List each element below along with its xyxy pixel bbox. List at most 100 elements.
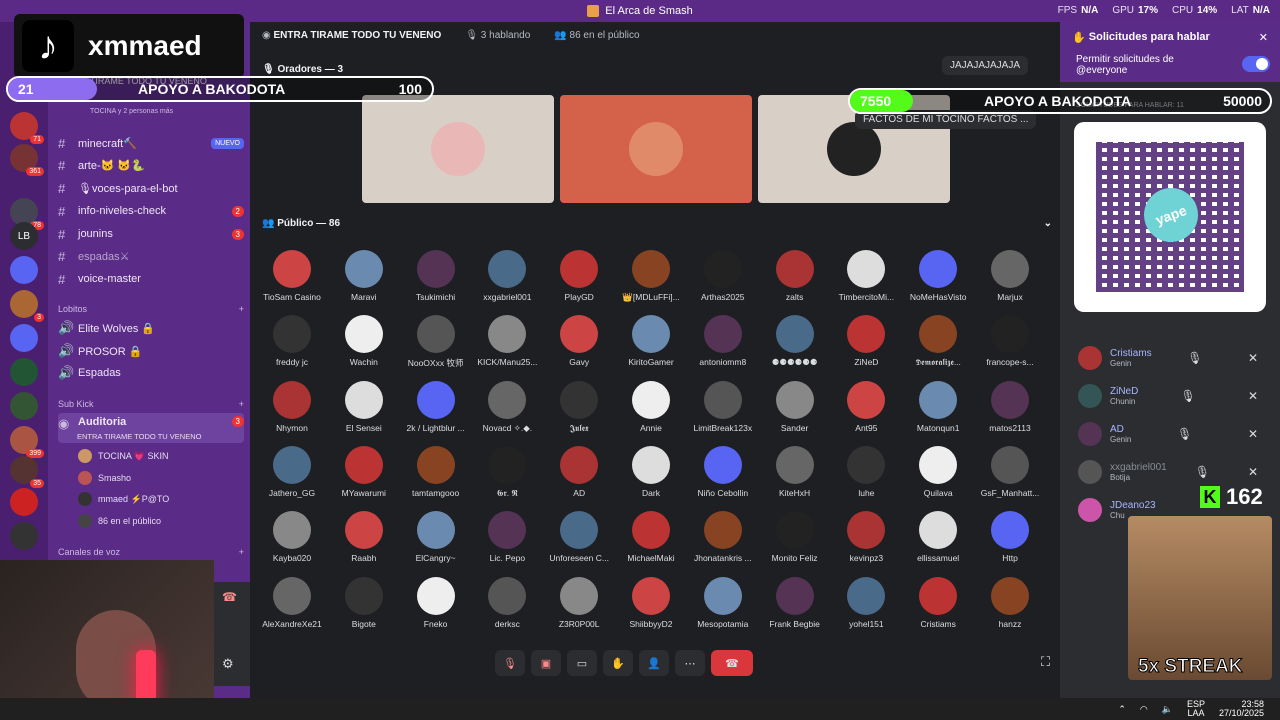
tray-chevron-icon[interactable]: ⌃ bbox=[1118, 704, 1126, 715]
audience-member[interactable]: ShiibbyyD2 bbox=[615, 576, 687, 629]
audience-member[interactable]: Frank Begbie bbox=[759, 576, 831, 629]
audience-member[interactable]: TimbercitoMi... bbox=[830, 250, 902, 302]
category-sub-kick[interactable]: Sub Kick + bbox=[58, 399, 244, 409]
clock[interactable]: 23:58 27/10/2025 bbox=[1219, 700, 1264, 718]
audience-member[interactable]: MichaelMaki bbox=[615, 511, 687, 563]
audience-member[interactable]: Niño Cebollin bbox=[687, 445, 759, 498]
audience-member[interactable]: TioSam Casino bbox=[256, 250, 328, 302]
more-options-button[interactable]: ⋯ bbox=[675, 650, 705, 676]
channel-voces-para-el-bot[interactable]: # 🎙voces-para-el-bot bbox=[58, 178, 244, 198]
audience-member[interactable]: ZiNeD bbox=[830, 315, 902, 367]
audience-member[interactable]: Z3R0P00L bbox=[543, 576, 615, 629]
disconnect-icon[interactable]: ☎ bbox=[222, 590, 237, 604]
chevron-down-icon[interactable]: ⌄ bbox=[1044, 218, 1052, 229]
audience-member[interactable]: KICK/Manu25... bbox=[471, 315, 543, 367]
audience-member[interactable]: KiritoGamer bbox=[615, 315, 687, 367]
audience-member[interactable]: Novacd ✧.◆. bbox=[471, 380, 543, 434]
dismiss-icon[interactable]: ✕ bbox=[1238, 351, 1268, 365]
audience-member[interactable]: ElCangry~ bbox=[400, 511, 472, 563]
audience-member[interactable]: 👑[MDLuFFi]... bbox=[615, 250, 687, 303]
speaker-icon[interactable]: 🔈 bbox=[1162, 704, 1173, 715]
server-icon[interactable] bbox=[10, 358, 38, 386]
audience-member[interactable]: tamtamgooo bbox=[400, 445, 472, 498]
channel-voice-master[interactable]: # voice-master bbox=[58, 269, 244, 289]
audience-member[interactable]: 𝕯𝖊𝖒𝖔𝖗𝖆𝖑𝖎𝖟𝖊... bbox=[902, 315, 974, 368]
request-user[interactable]: xxgabriel001 Botija 🎙 ✕ bbox=[1078, 460, 1268, 484]
audience-member[interactable]: 2k / Lightblur ... bbox=[400, 380, 472, 433]
audience-member[interactable]: Matonqun1 bbox=[902, 380, 974, 433]
channel-arte[interactable]: # arte-🐱 🐱🐍 bbox=[58, 155, 244, 175]
camera-off-button[interactable]: ▣ bbox=[531, 650, 561, 676]
request-user[interactable]: AD Genin 🎙 ✕ bbox=[1078, 422, 1268, 446]
audience-member[interactable]: freddy jc bbox=[256, 315, 328, 367]
audience-member[interactable]: Jathero_GG bbox=[256, 445, 328, 498]
server-icon[interactable] bbox=[10, 392, 38, 420]
server-icon[interactable]: 3 bbox=[10, 290, 44, 322]
category-canales-de-voz[interactable]: Canales de voz + bbox=[58, 547, 244, 557]
audience-member[interactable]: Quilava bbox=[902, 445, 974, 498]
request-user[interactable]: ZiNeD Chunin 🎙 ✕ bbox=[1078, 384, 1268, 408]
audience-member[interactable]: Unforeseen C... bbox=[543, 511, 615, 563]
audience-member[interactable]: Wachin bbox=[328, 315, 400, 367]
server-icon[interactable] bbox=[10, 324, 38, 352]
audience-member[interactable]: Annie bbox=[615, 380, 687, 433]
audience-member[interactable]: antoniomm8 bbox=[687, 315, 759, 367]
server-icon[interactable]: 361 bbox=[10, 144, 44, 176]
server-icon[interactable]: 399 bbox=[10, 426, 44, 458]
voice-channel-prosor[interactable]: 🔊 PROSOR 🔒 bbox=[58, 341, 244, 361]
audience-member[interactable]: Kayba020 bbox=[256, 511, 328, 563]
dismiss-icon[interactable]: ✕ bbox=[1238, 389, 1268, 403]
server-icon[interactable] bbox=[10, 488, 38, 516]
dismiss-icon[interactable]: ✕ bbox=[1238, 427, 1268, 441]
channel-jounins[interactable]: # jounins 3 bbox=[58, 224, 244, 244]
category-lobitos[interactable]: Lobitos + bbox=[58, 304, 244, 314]
leave-stage-button[interactable]: ☎ bbox=[711, 650, 753, 676]
gear-icon[interactable]: ⚙ bbox=[222, 656, 234, 672]
channel-espadas[interactable]: # espadas⚔ bbox=[58, 246, 244, 266]
wifi-icon[interactable]: ◠ bbox=[1140, 704, 1148, 715]
audience-member[interactable]: yohel151 bbox=[830, 576, 902, 629]
audience-member[interactable]: Lic. Pepo bbox=[471, 511, 543, 563]
add-channel-icon[interactable]: + bbox=[239, 547, 244, 557]
audience-member[interactable]: Raabh bbox=[328, 511, 400, 563]
audience-member[interactable]: MYawarumi bbox=[328, 445, 400, 498]
audience-member[interactable]: matos2113 bbox=[974, 380, 1046, 433]
audience-member[interactable]: Gavy bbox=[543, 315, 615, 367]
audience-member[interactable]: Cristiams bbox=[902, 576, 974, 629]
channel-info-niveles-check[interactable]: # info-niveles-check 2 bbox=[58, 201, 244, 221]
audience-member[interactable]: 𝕵𝖚𝖑𝖊𝖝 bbox=[543, 380, 615, 434]
audience-member[interactable]: Sander bbox=[759, 380, 831, 433]
audience-member[interactable]: ellissamuel bbox=[902, 511, 974, 563]
audience-member[interactable]: PlayGD bbox=[543, 250, 615, 302]
audience-member[interactable]: Maravi bbox=[328, 250, 400, 302]
request-user[interactable]: Cristiams Genin 🎙 ✕ bbox=[1078, 346, 1268, 370]
permit-toggle[interactable] bbox=[1242, 56, 1270, 72]
audience-member[interactable]: Nhymon bbox=[256, 380, 328, 433]
language-indicator[interactable]: ESP LAA bbox=[1187, 700, 1205, 718]
audience-member[interactable]: Tsukimichi bbox=[400, 250, 472, 302]
invite-button[interactable]: 👤 bbox=[639, 650, 669, 676]
audience-member[interactable]: Jhonatankris ... bbox=[687, 511, 759, 563]
speaker-tile[interactable] bbox=[560, 95, 752, 203]
dismiss-icon[interactable]: ✕ bbox=[1238, 465, 1268, 479]
voice-user[interactable]: TOCINA 💗 SKIN bbox=[78, 449, 169, 463]
fullscreen-icon[interactable]: ⛶ bbox=[1041, 654, 1050, 670]
audience-member[interactable]: 𝕲𝖗. 𝕽 bbox=[471, 445, 543, 499]
audience-member[interactable]: KiteHxH bbox=[759, 445, 831, 498]
audience-member[interactable]: kevinpz3 bbox=[830, 511, 902, 563]
audience-member[interactable]: Http bbox=[974, 511, 1046, 563]
add-channel-icon[interactable]: + bbox=[239, 304, 244, 314]
audience-member[interactable]: derksc bbox=[471, 576, 543, 629]
audience-member[interactable]: NoMeHasVisto bbox=[902, 250, 974, 302]
audience-member[interactable]: GsF_Manhatt... bbox=[974, 445, 1046, 498]
audience-member[interactable]: AD bbox=[543, 445, 615, 498]
server-icon-lb[interactable]: LB bbox=[10, 222, 38, 250]
close-icon[interactable]: ✕ bbox=[1259, 31, 1268, 44]
audience-member[interactable]: Ant95 bbox=[830, 380, 902, 433]
audience-member[interactable]: hanzz bbox=[974, 576, 1046, 629]
audience-member[interactable]: Mesopotamia bbox=[687, 576, 759, 629]
audience-member[interactable]: Marjux bbox=[974, 250, 1046, 302]
server-icon[interactable] bbox=[10, 522, 38, 550]
add-channel-icon[interactable]: + bbox=[239, 399, 244, 409]
voice-channel-espadas[interactable]: 🔊 Espadas bbox=[58, 363, 244, 383]
